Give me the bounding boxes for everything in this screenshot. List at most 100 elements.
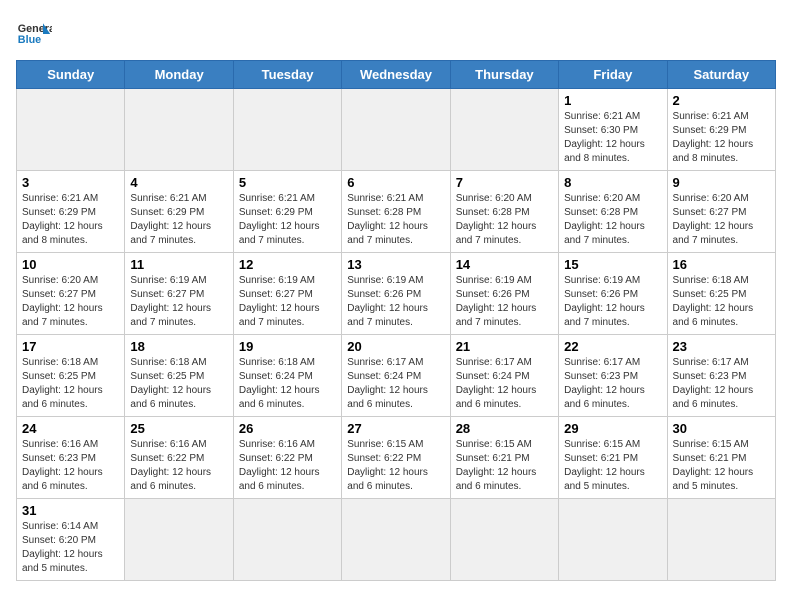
calendar-cell: 8 Sunrise: 6:20 AM Sunset: 6:28 PM Daylig… <box>559 171 667 253</box>
header: General Blue <box>16 16 776 52</box>
calendar-cell <box>125 89 233 171</box>
calendar-cell: 18Sunrise: 6:18 AM Sunset: 6:25 PM Dayli… <box>125 335 233 417</box>
day-info: Sunrise: 6:20 AM Sunset: 6:27 PM Dayligh… <box>673 192 770 248</box>
calendar-cell: 19Sunrise: 6:18 AM Sunset: 6:24 PM Dayli… <box>233 335 341 417</box>
day-info: Sunrise: 6:21 AM Sunset: 6:29 PM Dayligh… <box>673 110 770 166</box>
day-info: Sunrise: 6:17 AM Sunset: 6:23 PM Dayligh… <box>673 356 770 412</box>
calendar-cell: 31 Sunrise: 6:14 AM Sunset: 6:20 PM Dayli… <box>17 499 125 581</box>
day-number: 4 <box>130 175 227 190</box>
day-number: 24 <box>22 421 119 436</box>
day-info: Sunrise: 6:16 AM Sunset: 6:23 PM Dayligh… <box>22 438 119 494</box>
calendar-cell: 13 Sunrise: 6:19 AM Sunset: 6:26 PM Dayli… <box>342 253 450 335</box>
day-number: 2 <box>673 93 770 108</box>
day-info: Sunrise: 6:21 AM Sunset: 6:29 PM Dayligh… <box>22 192 119 248</box>
day-number: 12 <box>239 257 336 272</box>
weekday-tuesday: Tuesday <box>233 61 341 89</box>
calendar-cell: 29 Sunrise: 6:15 AM Sunset: 6:21 PM Dayli… <box>559 417 667 499</box>
calendar-table: SundayMondayTuesdayWednesdayThursdayFrid… <box>16 60 776 581</box>
calendar-cell: 28 Sunrise: 6:15 AM Sunset: 6:21 PM Dayli… <box>450 417 558 499</box>
weekday-friday: Friday <box>559 61 667 89</box>
week-row-1: 3 Sunrise: 6:21 AM Sunset: 6:29 PM Daylig… <box>17 171 776 253</box>
calendar-body: 1Sunrise: 6:21 AM Sunset: 6:30 PM Daylig… <box>17 89 776 581</box>
day-info: Sunrise: 6:19 AM Sunset: 6:26 PM Dayligh… <box>456 274 553 330</box>
calendar-cell: 10 Sunrise: 6:20 AM Sunset: 6:27 PM Dayli… <box>17 253 125 335</box>
calendar-cell: 16 Sunrise: 6:18 AM Sunset: 6:25 PM Dayli… <box>667 253 775 335</box>
day-info: Sunrise: 6:21 AM Sunset: 6:28 PM Dayligh… <box>347 192 444 248</box>
day-info: Sunrise: 6:15 AM Sunset: 6:21 PM Dayligh… <box>564 438 661 494</box>
calendar-cell: 6 Sunrise: 6:21 AM Sunset: 6:28 PM Daylig… <box>342 171 450 253</box>
calendar-cell: 1Sunrise: 6:21 AM Sunset: 6:30 PM Daylig… <box>559 89 667 171</box>
day-info: Sunrise: 6:20 AM Sunset: 6:27 PM Dayligh… <box>22 274 119 330</box>
weekday-monday: Monday <box>125 61 233 89</box>
day-number: 21 <box>456 339 553 354</box>
week-row-3: 17 Sunrise: 6:18 AM Sunset: 6:25 PM Dayli… <box>17 335 776 417</box>
day-number: 13 <box>347 257 444 272</box>
day-info: Sunrise: 6:20 AM Sunset: 6:28 PM Dayligh… <box>564 192 661 248</box>
calendar-cell: 7 Sunrise: 6:20 AM Sunset: 6:28 PM Daylig… <box>450 171 558 253</box>
calendar-cell: 20Sunrise: 6:17 AM Sunset: 6:24 PM Dayli… <box>342 335 450 417</box>
calendar-cell <box>125 499 233 581</box>
week-row-5: 31 Sunrise: 6:14 AM Sunset: 6:20 PM Dayli… <box>17 499 776 581</box>
day-number: 10 <box>22 257 119 272</box>
day-number: 11 <box>130 257 227 272</box>
day-number: 22 <box>564 339 661 354</box>
day-number: 28 <box>456 421 553 436</box>
day-number: 3 <box>22 175 119 190</box>
calendar-cell: 5Sunrise: 6:21 AM Sunset: 6:29 PM Daylig… <box>233 171 341 253</box>
day-info: Sunrise: 6:14 AM Sunset: 6:20 PM Dayligh… <box>22 520 119 576</box>
day-number: 29 <box>564 421 661 436</box>
calendar-cell: 15Sunrise: 6:19 AM Sunset: 6:26 PM Dayli… <box>559 253 667 335</box>
day-info: Sunrise: 6:21 AM Sunset: 6:30 PM Dayligh… <box>564 110 661 166</box>
calendar-cell: 9Sunrise: 6:20 AM Sunset: 6:27 PM Daylig… <box>667 171 775 253</box>
day-number: 30 <box>673 421 770 436</box>
day-info: Sunrise: 6:21 AM Sunset: 6:29 PM Dayligh… <box>130 192 227 248</box>
calendar-cell: 26 Sunrise: 6:16 AM Sunset: 6:22 PM Dayli… <box>233 417 341 499</box>
day-info: Sunrise: 6:15 AM Sunset: 6:21 PM Dayligh… <box>456 438 553 494</box>
calendar-cell: 4 Sunrise: 6:21 AM Sunset: 6:29 PM Daylig… <box>125 171 233 253</box>
day-number: 7 <box>456 175 553 190</box>
day-number: 15 <box>564 257 661 272</box>
calendar-cell <box>342 89 450 171</box>
calendar-cell: 3 Sunrise: 6:21 AM Sunset: 6:29 PM Daylig… <box>17 171 125 253</box>
calendar-cell <box>450 499 558 581</box>
day-info: Sunrise: 6:15 AM Sunset: 6:21 PM Dayligh… <box>673 438 770 494</box>
day-info: Sunrise: 6:18 AM Sunset: 6:25 PM Dayligh… <box>673 274 770 330</box>
calendar-cell: 21Sunrise: 6:17 AM Sunset: 6:24 PM Dayli… <box>450 335 558 417</box>
day-info: Sunrise: 6:20 AM Sunset: 6:28 PM Dayligh… <box>456 192 553 248</box>
week-row-4: 24 Sunrise: 6:16 AM Sunset: 6:23 PM Dayli… <box>17 417 776 499</box>
day-info: Sunrise: 6:16 AM Sunset: 6:22 PM Dayligh… <box>239 438 336 494</box>
day-number: 16 <box>673 257 770 272</box>
calendar-cell <box>342 499 450 581</box>
calendar-header: SundayMondayTuesdayWednesdayThursdayFrid… <box>17 61 776 89</box>
calendar-cell: 12 Sunrise: 6:19 AM Sunset: 6:27 PM Dayli… <box>233 253 341 335</box>
day-info: Sunrise: 6:19 AM Sunset: 6:27 PM Dayligh… <box>239 274 336 330</box>
svg-text:Blue: Blue <box>18 34 41 46</box>
day-info: Sunrise: 6:21 AM Sunset: 6:29 PM Dayligh… <box>239 192 336 248</box>
day-number: 23 <box>673 339 770 354</box>
weekday-sunday: Sunday <box>17 61 125 89</box>
day-number: 6 <box>347 175 444 190</box>
calendar-cell <box>233 89 341 171</box>
day-info: Sunrise: 6:18 AM Sunset: 6:25 PM Dayligh… <box>22 356 119 412</box>
calendar-cell: 30 Sunrise: 6:15 AM Sunset: 6:21 PM Dayli… <box>667 417 775 499</box>
calendar-cell <box>233 499 341 581</box>
day-info: Sunrise: 6:18 AM Sunset: 6:25 PM Dayligh… <box>130 356 227 412</box>
logo-icon: General Blue <box>16 16 52 52</box>
weekday-wednesday: Wednesday <box>342 61 450 89</box>
day-number: 14 <box>456 257 553 272</box>
calendar-cell: 14 Sunrise: 6:19 AM Sunset: 6:26 PM Dayli… <box>450 253 558 335</box>
day-number: 26 <box>239 421 336 436</box>
calendar-cell <box>559 499 667 581</box>
day-number: 20 <box>347 339 444 354</box>
day-number: 8 <box>564 175 661 190</box>
day-info: Sunrise: 6:15 AM Sunset: 6:22 PM Dayligh… <box>347 438 444 494</box>
calendar-cell <box>450 89 558 171</box>
day-info: Sunrise: 6:18 AM Sunset: 6:24 PM Dayligh… <box>239 356 336 412</box>
weekday-header-row: SundayMondayTuesdayWednesdayThursdayFrid… <box>17 61 776 89</box>
day-number: 17 <box>22 339 119 354</box>
day-number: 31 <box>22 503 119 518</box>
calendar-cell: 24 Sunrise: 6:16 AM Sunset: 6:23 PM Dayli… <box>17 417 125 499</box>
calendar-cell: 27Sunrise: 6:15 AM Sunset: 6:22 PM Dayli… <box>342 417 450 499</box>
day-info: Sunrise: 6:19 AM Sunset: 6:26 PM Dayligh… <box>347 274 444 330</box>
calendar-cell <box>667 499 775 581</box>
